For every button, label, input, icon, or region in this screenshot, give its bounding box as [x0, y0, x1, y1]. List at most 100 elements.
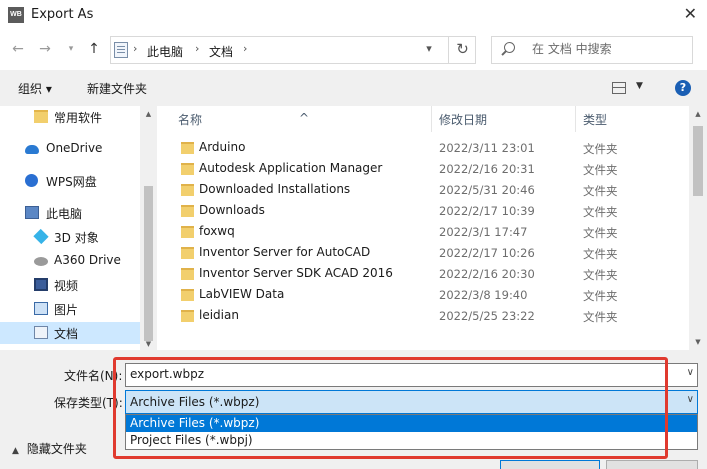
file-type: 文件夹: [583, 142, 618, 156]
recent-locations-chevron-icon[interactable]: ▾: [61, 39, 81, 59]
file-name: Inventor Server SDK ACAD 2016: [199, 266, 393, 280]
view-options-icon[interactable]: [612, 82, 626, 94]
file-type: 文件夹: [583, 289, 618, 303]
breadcrumb-separator: ›: [195, 42, 200, 55]
refresh-icon[interactable]: ↻: [448, 36, 476, 64]
file-type: 文件夹: [583, 226, 618, 240]
filename-label: 文件名(N):: [64, 369, 123, 383]
nav-item-label: 视频: [54, 279, 79, 293]
window-title: Export As: [31, 7, 94, 22]
folder-icon: [181, 142, 194, 154]
search-box[interactable]: [491, 36, 693, 64]
scroll-down-arrow-icon[interactable]: ▼: [689, 338, 707, 346]
pictures-icon: [34, 302, 48, 315]
hide-folders-toggle[interactable]: ▲ 隐藏文件夹: [12, 440, 87, 457]
help-icon[interactable]: ?: [675, 80, 691, 96]
back-arrow-icon[interactable]: ←: [8, 39, 28, 59]
folder-icon: [181, 226, 194, 238]
nav-item-label: A360 Drive: [54, 253, 121, 267]
file-date: 2022/2/16 20:31: [439, 162, 535, 176]
3d-objects-icon: [33, 228, 49, 245]
nav-item-label: 文档: [54, 327, 79, 341]
column-divider[interactable]: [575, 106, 576, 132]
nav-item-common-software[interactable]: 常用软件: [0, 106, 140, 128]
file-name: Downloads: [199, 203, 265, 217]
folder-icon: [181, 247, 194, 259]
filename-field[interactable]: ∨: [125, 363, 698, 387]
breadcrumb-separator: ›: [243, 42, 248, 55]
file-type: 文件夹: [583, 205, 618, 219]
filetype-option-archive[interactable]: Archive Files (*.wbpz): [126, 415, 697, 432]
file-row-leidian[interactable]: leidian 2022/5/25 23:22 文件夹: [161, 306, 689, 327]
file-list-pane: ^ 名称 修改日期 类型 Arduino 2022/3/11 23:01 文件夹…: [161, 106, 707, 350]
breadcrumb-documents[interactable]: 文档: [209, 43, 233, 60]
file-row-labview-data[interactable]: LabVIEW Data 2022/3/8 19:40 文件夹: [161, 285, 689, 306]
filetype-option-project[interactable]: Project Files (*.wbpj): [126, 432, 697, 449]
forward-arrow-icon[interactable]: →: [35, 39, 55, 59]
file-list-scrollbar[interactable]: ▲ ▼: [689, 106, 707, 350]
column-divider[interactable]: [431, 106, 432, 132]
file-date: 2022/3/1 17:47: [439, 225, 528, 239]
file-name: LabVIEW Data: [199, 287, 285, 301]
nav-item-documents[interactable]: 文档: [0, 322, 140, 344]
filetype-dropdown-list: Archive Files (*.wbpz) Project Files (*.…: [125, 414, 698, 450]
nav-item-label: 3D 对象: [54, 231, 99, 245]
scrollbar-thumb[interactable]: [144, 186, 153, 341]
file-row-inventor-server-sdk[interactable]: Inventor Server SDK ACAD 2016 2022/2/16 …: [161, 264, 689, 285]
file-type: 文件夹: [583, 184, 618, 198]
folder-icon: [181, 310, 194, 322]
file-name: foxwq: [199, 224, 235, 238]
folder-icon: [181, 268, 194, 280]
navigation-pane: 常用软件 OneDrive WPS网盘 此电脑 3D 对象 A360 Drive…: [0, 106, 157, 350]
scroll-down-arrow-icon[interactable]: ▼: [140, 340, 157, 348]
filename-input[interactable]: [130, 367, 670, 381]
column-header-date[interactable]: 修改日期: [439, 111, 487, 128]
filetype-chevron-icon[interactable]: ∨: [687, 394, 694, 405]
column-header-type[interactable]: 类型: [583, 111, 607, 128]
cancel-button[interactable]: [606, 460, 698, 469]
file-row-arduino[interactable]: Arduino 2022/3/11 23:01 文件夹: [161, 138, 689, 159]
hide-folders-label: 隐藏文件夹: [26, 442, 87, 456]
search-input[interactable]: [532, 42, 682, 56]
file-row-foxwq[interactable]: foxwq 2022/3/1 17:47 文件夹: [161, 222, 689, 243]
app-logo-icon: WB: [8, 7, 24, 23]
scrollbar-thumb[interactable]: [693, 126, 703, 196]
breadcrumb-this-pc[interactable]: 此电脑: [147, 43, 183, 60]
file-name: leidian: [199, 308, 239, 322]
video-icon: [34, 278, 48, 291]
breadcrumb-separator: ›: [133, 42, 138, 55]
organize-menu-button[interactable]: 组织 ▾: [18, 80, 52, 97]
file-row-downloaded-installations[interactable]: Downloaded Installations 2022/5/31 20:46…: [161, 180, 689, 201]
wps-icon: [25, 174, 38, 187]
folder-icon: [34, 110, 48, 123]
column-header-name[interactable]: 名称: [178, 111, 202, 128]
file-row-inventor-server-for-autocad[interactable]: Inventor Server for AutoCAD 2022/2/17 10…: [161, 243, 689, 264]
up-arrow-icon[interactable]: ↑: [84, 39, 104, 59]
file-type: 文件夹: [583, 163, 618, 177]
nav-item-onedrive[interactable]: OneDrive: [0, 138, 140, 160]
nav-item-videos[interactable]: 视频: [0, 274, 140, 296]
filename-history-chevron-icon[interactable]: ∨: [687, 367, 694, 378]
nav-pane-scrollbar[interactable]: ▲ ▼: [140, 106, 157, 350]
file-date: 2022/5/31 20:46: [439, 183, 535, 197]
close-icon[interactable]: ✕: [684, 4, 697, 23]
chevron-up-icon: ▲: [12, 446, 19, 456]
nav-item-3d-objects[interactable]: 3D 对象: [0, 226, 140, 248]
scroll-up-arrow-icon[interactable]: ▲: [140, 110, 157, 118]
folder-icon: [181, 184, 194, 196]
nav-item-pictures[interactable]: 图片: [0, 298, 140, 320]
nav-item-this-pc[interactable]: 此电脑: [0, 202, 140, 224]
scroll-up-arrow-icon[interactable]: ▲: [689, 110, 707, 118]
folder-icon: [181, 205, 194, 217]
view-options-chevron-icon[interactable]: ▼: [636, 81, 643, 91]
nav-item-a360-drive[interactable]: A360 Drive: [0, 250, 140, 272]
new-folder-button[interactable]: 新建文件夹: [87, 80, 147, 97]
save-button[interactable]: [500, 460, 600, 469]
file-row-downloads[interactable]: Downloads 2022/2/17 10:39 文件夹: [161, 201, 689, 222]
documents-location-icon: [114, 42, 128, 58]
file-row-autodesk-application-manager[interactable]: Autodesk Application Manager 2022/2/16 2…: [161, 159, 689, 180]
computer-icon: [25, 206, 39, 219]
nav-item-wps-drive[interactable]: WPS网盘: [0, 170, 140, 192]
address-history-chevron-icon[interactable]: ▾: [418, 36, 440, 64]
filetype-select[interactable]: Archive Files (*.wbpz) ∨: [125, 390, 698, 414]
